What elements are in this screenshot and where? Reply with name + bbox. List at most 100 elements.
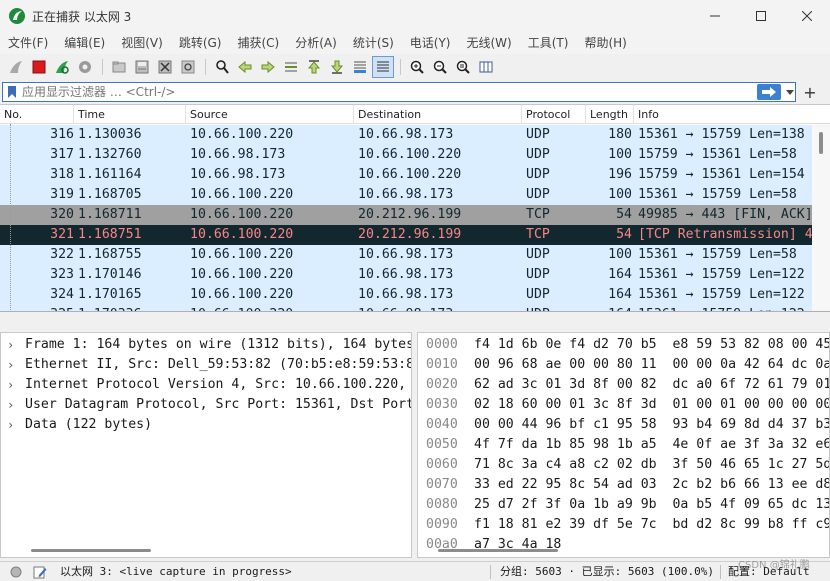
- go-back-button[interactable]: [234, 56, 256, 78]
- capture-comment-button[interactable]: [32, 564, 48, 579]
- detail-tree-item[interactable]: › Ethernet II, Src: Dell_59:53:82 (70:b5:…: [1, 355, 411, 375]
- menu-telephony[interactable]: 电话(Y): [402, 32, 459, 54]
- menu-tools[interactable]: 工具(T): [520, 32, 577, 54]
- hex-bytes[interactable]: a7 3c 4a 18: [474, 535, 561, 555]
- zoom-in-button[interactable]: [406, 56, 428, 78]
- menu-file[interactable]: 文件(F): [0, 32, 56, 54]
- column-header-source[interactable]: Source: [186, 105, 354, 124]
- hex-bytes[interactable]: 25 d7 2f 3f 0a 1b a9 9b 0a b5 4f 09 65 d…: [474, 495, 829, 515]
- scrollbar-thumb[interactable]: [819, 132, 823, 154]
- restart-capture-button[interactable]: [51, 56, 73, 78]
- filter-bookmark-button[interactable]: [5, 84, 19, 100]
- column-header-destination[interactable]: Destination: [354, 105, 522, 124]
- packet-row[interactable]: 323 1.170146 10.66.100.220 10.66.98.173 UDP 1…: [0, 265, 812, 285]
- packet-source: 10.66.98.173: [190, 167, 286, 182]
- chevron-right-icon[interactable]: ›: [7, 375, 14, 395]
- packet-length: 180: [608, 127, 632, 142]
- packet-no: 318: [50, 167, 74, 182]
- menu-edit[interactable]: 编辑(E): [56, 32, 113, 54]
- packet-length: 164: [608, 287, 632, 302]
- packet-row[interactable]: 324 1.170165 10.66.100.220 10.66.98.173 UDP 1…: [0, 285, 812, 305]
- packet-row[interactable]: 322 1.168755 10.66.100.220 10.66.98.173 UDP 1…: [0, 245, 812, 265]
- menu-analyze[interactable]: 分析(A): [287, 32, 345, 54]
- open-file-button[interactable]: [108, 56, 130, 78]
- find-packet-button[interactable]: [211, 56, 233, 78]
- packet-row[interactable]: 325 1.170336 10.66.100.220 10.66.98.173 UDP 1…: [0, 305, 812, 311]
- save-file-button[interactable]: [131, 56, 153, 78]
- chevron-right-icon[interactable]: ›: [7, 415, 14, 435]
- hex-bytes[interactable]: f1 18 81 e2 39 df 5e 7c bd d2 8c 99 b8 f…: [474, 515, 829, 535]
- detail-tree-item[interactable]: › Internet Protocol Version 4, Src: 10.66…: [1, 375, 411, 395]
- hex-bytes[interactable]: 4f 7f da 1b 85 98 1b a5 4e 0f ae 3f 3a 3…: [474, 435, 829, 455]
- start-capture-button[interactable]: [5, 56, 27, 78]
- reload-file-button[interactable]: [177, 56, 199, 78]
- close-file-icon: [158, 60, 172, 74]
- maximize-button[interactable]: [738, 0, 784, 32]
- hex-bytes[interactable]: f4 1d 6b 0e f4 d2 70 b5 e8 59 53 82 08 0…: [474, 335, 829, 355]
- details-scrollbar[interactable]: [31, 549, 151, 552]
- packet-row[interactable]: 317 1.132760 10.66.98.173 10.66.100.220 UDP 1…: [0, 145, 812, 165]
- menu-wireless[interactable]: 无线(W): [459, 32, 520, 54]
- column-header-length[interactable]: Length: [586, 105, 634, 124]
- packet-row[interactable]: 316 1.130036 10.66.100.220 10.66.98.173 UDP 1…: [0, 125, 812, 145]
- menu-view[interactable]: 视图(V): [113, 32, 171, 54]
- chevron-right-icon[interactable]: ›: [7, 335, 14, 355]
- go-to-packet-icon: [285, 62, 297, 72]
- capture-options-button[interactable]: [74, 56, 96, 78]
- go-forward-button[interactable]: [257, 56, 279, 78]
- column-header-time[interactable]: Time: [74, 105, 186, 124]
- packet-row[interactable]: 321 1.168751 10.66.100.220 20.212.96.199 TCP…: [0, 225, 812, 245]
- find-magnifier-icon: [216, 60, 229, 74]
- menu-statistics[interactable]: 统计(S): [345, 32, 402, 54]
- hex-bytes[interactable]: 00 00 44 96 bf c1 95 58 93 b4 69 8d d4 3…: [474, 415, 829, 435]
- minimize-button[interactable]: [692, 0, 738, 32]
- autoscroll-button[interactable]: [349, 56, 371, 78]
- column-header-info[interactable]: Info: [634, 105, 830, 124]
- detail-tree-item[interactable]: › Data (122 bytes): [1, 415, 411, 435]
- stop-capture-button[interactable]: [28, 56, 50, 78]
- go-first-packet-button[interactable]: [303, 56, 325, 78]
- menu-capture[interactable]: 捕获(C): [229, 32, 287, 54]
- hex-bytes[interactable]: 02 18 60 00 01 3c 8f 3d 01 00 01 00 00 0…: [474, 395, 829, 415]
- menu-go[interactable]: 跳转(G): [171, 32, 230, 54]
- column-header-no[interactable]: No.: [0, 105, 74, 124]
- packet-destination: 20.212.96.199: [358, 227, 462, 242]
- filter-history-dropdown[interactable]: [783, 83, 797, 101]
- go-to-packet-button[interactable]: [280, 56, 302, 78]
- packet-no: 322: [50, 247, 74, 262]
- close-file-button[interactable]: [154, 56, 176, 78]
- chevron-right-icon[interactable]: ›: [7, 355, 14, 375]
- hex-offset: 0000: [426, 337, 458, 352]
- hex-offset: 0080: [426, 497, 458, 512]
- packet-list-scrollbar[interactable]: [812, 124, 830, 311]
- add-filter-button[interactable]: +: [800, 82, 820, 102]
- apply-filter-button[interactable]: [757, 84, 781, 100]
- column-header-protocol[interactable]: Protocol: [522, 105, 586, 124]
- display-filter-input[interactable]: [22, 83, 722, 101]
- zoom-reset-button[interactable]: [452, 56, 474, 78]
- packet-protocol: UDP: [526, 127, 550, 142]
- detail-tree-item[interactable]: › User Datagram Protocol, Src Port: 15361…: [1, 395, 411, 415]
- hex-bytes[interactable]: 00 96 68 ae 00 00 80 11 00 00 0a 42 64 d…: [474, 355, 829, 375]
- menu-help[interactable]: 帮助(H): [576, 32, 634, 54]
- packet-source: 10.66.100.220: [190, 187, 294, 202]
- go-last-packet-button[interactable]: [326, 56, 348, 78]
- hex-dump-row: 0040 00 00 44 96 bf c1 95 58 93 b4 69 8d …: [418, 415, 829, 435]
- detail-tree-item[interactable]: › Frame 1: 164 bytes on wire (1312 bits),…: [1, 335, 411, 355]
- colorize-button[interactable]: [372, 56, 394, 78]
- chevron-right-icon[interactable]: ›: [7, 395, 14, 415]
- packet-row[interactable]: 318 1.161164 10.66.98.173 10.66.100.220 UDP 1…: [0, 165, 812, 185]
- minimize-icon: [710, 15, 720, 17]
- packet-info: 15759 → 15361 Len=58: [638, 147, 797, 162]
- zoom-reset-icon: [456, 60, 470, 74]
- packet-row[interactable]: 320 1.168711 10.66.100.220 20.212.96.199 TCP…: [0, 205, 812, 225]
- hex-bytes[interactable]: 33 ed 22 95 8c 54 ad 03 2c b2 b6 66 13 e…: [474, 475, 829, 495]
- close-button[interactable]: [784, 0, 830, 32]
- resize-columns-button[interactable]: [475, 56, 497, 78]
- zoom-out-button[interactable]: [429, 56, 451, 78]
- hex-bytes[interactable]: 62 ad 3c 01 3d 8f 00 82 dc a0 6f 72 61 7…: [474, 375, 829, 395]
- expert-info-button[interactable]: [8, 564, 24, 579]
- bytes-scrollbar[interactable]: [438, 549, 558, 552]
- hex-bytes[interactable]: 71 8c 3a c4 a8 c2 02 db 3f 50 46 65 1c 2…: [474, 455, 829, 475]
- packet-row[interactable]: 319 1.168705 10.66.100.220 10.66.98.173 UDP 1…: [0, 185, 812, 205]
